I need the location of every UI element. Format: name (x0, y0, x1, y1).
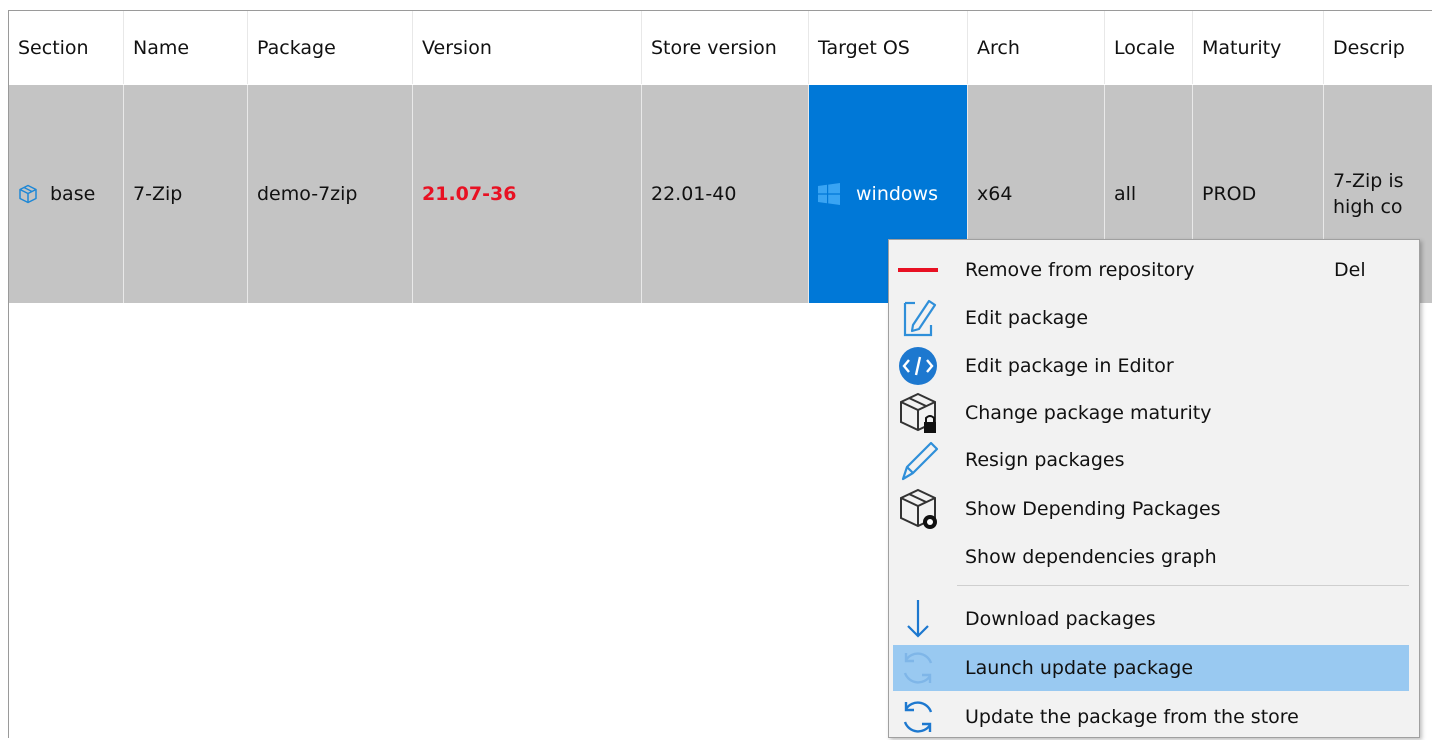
refresh-icon (895, 645, 941, 691)
cell-package[interactable]: demo-7zip (248, 85, 413, 303)
package-box-icon (19, 184, 37, 204)
menu-item-show-depending-packages[interactable]: Show Depending Packages (889, 486, 1419, 532)
description-line-2: high co (1333, 196, 1403, 218)
download-arrow-icon (895, 596, 941, 642)
section-value: base (50, 183, 96, 205)
cell-version[interactable]: 21.07-36 (413, 85, 642, 303)
menu-item-label: Download packages (965, 608, 1156, 630)
menu-item-show-dependencies-graph[interactable]: Show dependencies graph (889, 534, 1419, 580)
menu-item-edit-package-in-editor[interactable]: Edit package in Editor (889, 343, 1419, 389)
pencil-icon (895, 437, 941, 483)
target-os-value: windows (856, 183, 938, 205)
edit-icon (895, 295, 941, 341)
menu-item-launch-update-package[interactable]: Launch update package (893, 645, 1409, 691)
menu-item-shortcut: Del (1334, 259, 1366, 281)
package-lock-icon (895, 390, 941, 436)
column-header-store-version[interactable]: Store version (642, 11, 809, 84)
menu-item-label: Change package maturity (965, 402, 1212, 424)
menu-item-label: Edit package in Editor (965, 355, 1174, 377)
menu-item-label: Remove from repository (965, 259, 1195, 281)
column-header-name[interactable]: Name (124, 11, 248, 84)
menu-item-edit-package[interactable]: Edit package (889, 295, 1419, 341)
context-menu: Remove from repository Del Edit package … (888, 239, 1420, 738)
column-header-arch[interactable]: Arch (968, 11, 1105, 84)
menu-item-resign-packages[interactable]: Resign packages (889, 437, 1419, 483)
description-line-1: 7-Zip is (1333, 170, 1404, 192)
column-header-package[interactable]: Package (248, 11, 413, 84)
menu-item-label: Show dependencies graph (965, 546, 1217, 568)
cell-section[interactable]: base (9, 85, 124, 303)
menu-separator (957, 585, 1409, 586)
column-header-maturity[interactable]: Maturity (1193, 11, 1324, 84)
column-header-version[interactable]: Version (413, 11, 642, 84)
package-eye-icon (895, 486, 941, 532)
refresh-icon (895, 694, 941, 740)
menu-item-download-packages[interactable]: Download packages (889, 596, 1419, 642)
windows-logo-icon (818, 183, 840, 205)
menu-item-change-package-maturity[interactable]: Change package maturity (889, 390, 1419, 436)
cell-name[interactable]: 7-Zip (124, 85, 248, 303)
menu-item-remove-from-repository[interactable]: Remove from repository Del (889, 247, 1419, 293)
menu-item-label: Launch update package (965, 657, 1194, 679)
cell-store-version[interactable]: 22.01-40 (642, 85, 809, 303)
column-header-section[interactable]: Section (9, 11, 124, 84)
menu-item-update-from-store[interactable]: Update the package from the store (889, 694, 1419, 740)
menu-item-label: Update the package from the store (965, 706, 1299, 728)
menu-item-label: Resign packages (965, 449, 1125, 471)
grid-header: Section Name Package Version Store versi… (9, 11, 1432, 84)
column-header-description[interactable]: Descrip (1324, 11, 1432, 84)
code-editor-icon (895, 343, 941, 389)
column-header-target-os[interactable]: Target OS (809, 11, 968, 84)
remove-icon (895, 247, 941, 293)
column-header-locale[interactable]: Locale (1105, 11, 1193, 84)
menu-item-label: Show Depending Packages (965, 498, 1221, 520)
menu-item-label: Edit package (965, 307, 1089, 329)
